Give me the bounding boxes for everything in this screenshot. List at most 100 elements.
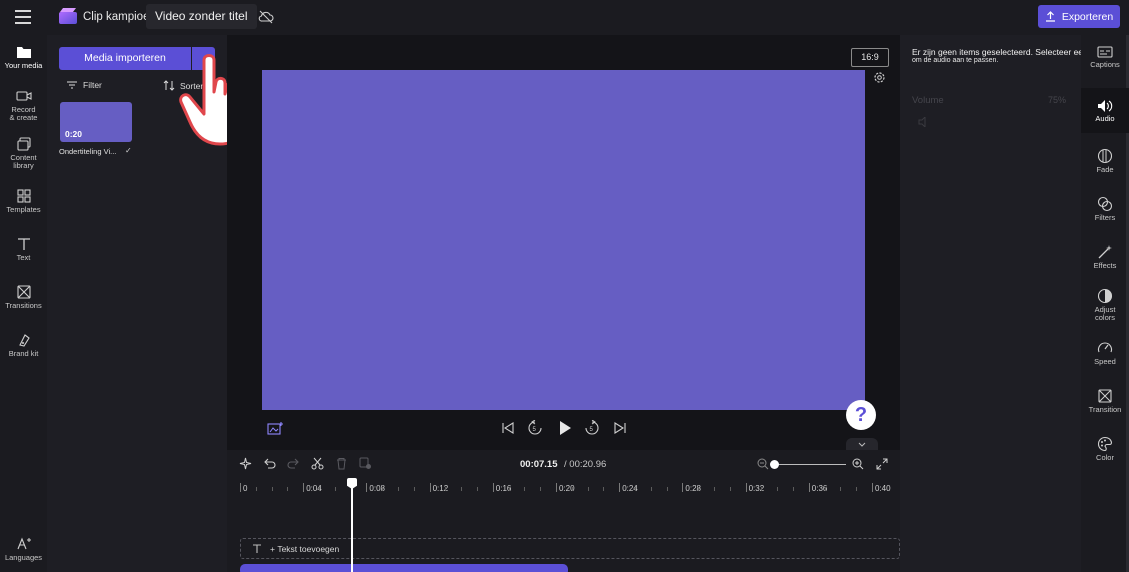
import-dropdown-button[interactable] [192,47,215,70]
timeline-tick [745,483,747,492]
folder-icon [16,47,31,58]
nav-audio[interactable]: Audio [1081,88,1129,133]
zoom-slider-track[interactable] [774,464,846,465]
app-title: Clip kampioen [83,11,156,23]
check-icon: ✓ [125,146,132,155]
help-button[interactable]: ? [846,400,876,430]
nav-languages[interactable]: Languages [0,537,47,562]
cloud-off-icon[interactable] [258,10,274,24]
nav-transition[interactable]: Transition [1081,388,1129,414]
filter-button[interactable]: Filter [67,80,102,90]
timeline-minor-tick [382,487,384,491]
nav-effects[interactable]: Effects [1081,244,1129,270]
zoom-in-icon[interactable] [852,458,864,470]
timeline-minor-tick [840,487,842,491]
text-icon [253,543,261,553]
timeline-minor-tick [413,487,415,491]
languages-icon [16,537,31,550]
speaker-icon [918,117,926,127]
nav-color[interactable]: Color [1081,436,1129,462]
delete-icon[interactable] [335,457,348,470]
sort-button[interactable]: Sorteren [163,80,213,91]
timeline-minor-tick [461,487,463,491]
camera-icon [15,91,32,101]
redo-icon[interactable] [287,457,300,470]
nav-captions[interactable]: Captions [1081,45,1129,85]
timeline-minor-tick [761,487,763,491]
timeline-tick [619,483,621,492]
nav-label: Brand kit [8,349,39,358]
audio-icon [1098,100,1113,112]
nav-adjust-colors[interactable]: Adjust colors [1081,288,1129,322]
nav-filters[interactable]: Filters [1081,196,1129,222]
media-thumbnail[interactable]: 0:20 [60,102,132,142]
nav-label: Templates [6,205,41,214]
skip-back-icon[interactable] [501,421,515,435]
nav-speed[interactable]: Speed [1081,340,1129,366]
timeline-minor-tick [729,487,731,491]
remove-background-icon[interactable] [267,421,284,436]
timeline-tick [240,483,241,492]
properties-panel [900,35,1081,572]
color-icon [1097,436,1113,452]
total-time: / 00:20.96 [564,459,607,470]
menu-icon[interactable] [15,10,31,24]
timeline-minor-tick [714,487,715,491]
upload-icon [1045,11,1055,22]
video-clip-track[interactable] [240,564,568,572]
add-text-label: + Tekst toevoegen [270,543,340,554]
forward-5s-icon[interactable]: 5 [584,420,600,436]
nav-label: Speed [1094,357,1116,366]
zoom-out-icon[interactable] [757,458,769,470]
skip-forward-icon[interactable] [613,421,627,435]
nav-record-create[interactable]: Record & create [0,89,47,122]
rewind-5s-icon[interactable]: 5 [527,420,543,436]
transition-icon [1098,389,1112,403]
scissors-icon[interactable] [311,457,324,470]
video-preview[interactable] [262,70,865,410]
nav-fade[interactable]: Fade [1081,148,1129,174]
timeline-tick [366,483,368,492]
nav-label: Effects [1093,261,1117,270]
nav-label: Adjust colors [1094,305,1116,322]
gear-icon[interactable] [873,71,886,84]
sort-label: Sorteren [180,80,213,91]
nav-templates[interactable]: Templates [0,189,47,214]
media-duration: 0:20 [65,129,83,139]
nav-brand-kit[interactable]: Brand kit [0,333,47,358]
aspect-ratio-button[interactable]: 16:9 [851,48,889,67]
nav-label: Color [1096,453,1114,462]
undo-icon[interactable] [263,457,276,470]
timeline-minor-tick [603,487,605,491]
no-selection-message-sub: om de audio aan te passen. [912,57,999,64]
nav-label: Languages [4,553,43,562]
ai-magic-icon[interactable] [239,457,252,470]
timeline-minor-tick [793,487,794,491]
document-title[interactable]: Video zonder titel [146,4,257,29]
captions-icon [1097,46,1113,58]
nav-text[interactable]: Text [0,237,47,262]
timeline-minor-tick [635,487,636,491]
import-media-button[interactable]: Media importeren [59,47,191,70]
play-icon[interactable] [557,420,573,436]
chevron-down-icon[interactable] [846,438,878,450]
export-button[interactable]: Exporteren [1038,5,1120,28]
nav-label: Captions [1090,60,1120,69]
zoom-slider-handle[interactable] [770,460,779,469]
nav-label: Filters [1094,213,1116,222]
timeline-tick-label: 0 [243,484,248,493]
nav-your-media[interactable]: Your media [0,45,47,70]
timeline-minor-tick [445,487,447,491]
timeline-minor-tick [398,487,399,491]
timeline-minor-tick [255,487,257,491]
add-text-track[interactable]: + Tekst toevoegen [240,538,900,559]
timeline-minor-tick [650,487,652,491]
timeline-minor-tick [698,487,700,491]
nav-label: Transitions [5,301,42,310]
timeline-minor-tick [319,487,320,491]
nav-transitions[interactable]: Transitions [0,285,47,310]
nav-content-library[interactable]: Content library [0,137,47,170]
detach-audio-icon[interactable] [359,457,372,470]
fit-timeline-icon[interactable] [876,458,888,470]
timeline-minor-tick [540,487,542,491]
